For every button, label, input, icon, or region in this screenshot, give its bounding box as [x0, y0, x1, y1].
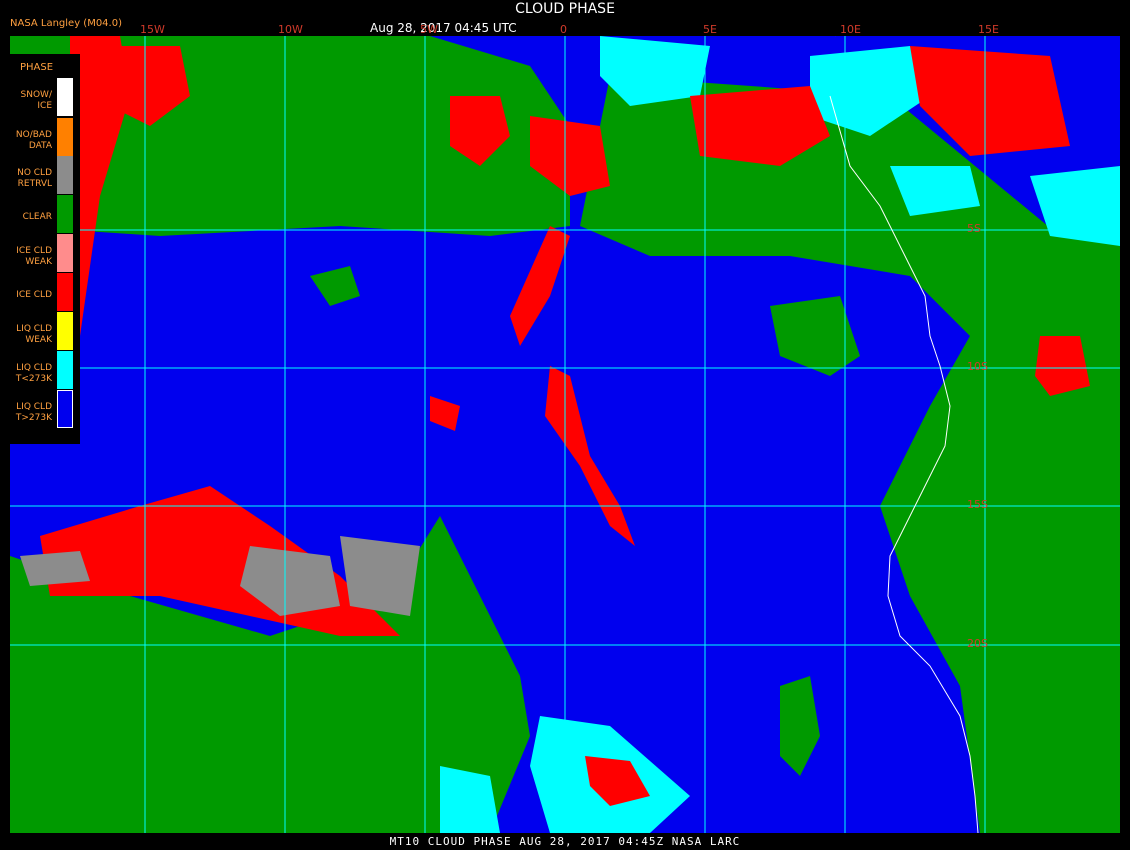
legend-swatch — [57, 351, 73, 389]
legend-item-liq-cld-weak: LIQ CLD WEAK — [0, 312, 80, 350]
legend-label: NO CLD RETRVL — [17, 168, 52, 189]
legend-label: SNOW/ICE — [20, 90, 52, 111]
footer-caption: MT10 CLOUD PHASE AUG 28, 2017 04:45Z NAS… — [389, 835, 741, 848]
legend-label: CLEAR — [22, 212, 52, 222]
cloud-phase-map[interactable]: 15W 5S 10S 15S 20S — [10, 36, 1120, 833]
legend-label: ICE CLD WEAK — [16, 246, 52, 267]
provider-label: NASA Langley (M04.0) — [10, 18, 122, 29]
legend-swatch — [57, 273, 73, 311]
lon-label-10w: 10W — [278, 23, 303, 36]
lat-label-5s: 5S — [967, 222, 981, 235]
legend-swatch — [57, 78, 73, 116]
legend-item-liq-cld-warm: LIQ CLD T>273K — [0, 390, 80, 428]
legend-item-ice-cld: ICE CLD — [0, 273, 80, 311]
legend-swatch — [57, 195, 73, 233]
legend-item-clear: CLEAR — [0, 195, 80, 233]
legend-label: LIQ CLD WEAK — [16, 324, 52, 345]
legend-swatch — [57, 234, 73, 272]
map-canvas — [10, 36, 1120, 833]
lon-label-10e: 10E — [840, 23, 861, 36]
timestamp-label: Aug 28, 2017 04:45 UTC — [370, 21, 517, 35]
legend-item-no-bad-data: NO/BAD DATA — [0, 118, 80, 156]
legend-label: NO/BAD DATA — [15, 130, 52, 151]
phase-legend: PHASE SNOW/ICE NO/BAD DATA NO CLD RETRVL C… — [0, 54, 80, 444]
footer: MT10 CLOUD PHASE AUG 28, 2017 04:45Z NAS… — [0, 833, 1130, 850]
lon-label-0: 0 — [560, 23, 567, 36]
lon-label-5e: 5E — [703, 23, 717, 36]
lon-label-15e: 15E — [978, 23, 999, 36]
legend-swatch — [57, 312, 73, 350]
legend-title: PHASE — [20, 62, 54, 73]
legend-swatch — [57, 118, 73, 156]
legend-item-snow-ice: SNOW/ICE — [0, 78, 80, 116]
legend-item-ice-cld-weak: ICE CLD WEAK — [0, 234, 80, 272]
legend-item-liq-cld-cold: LIQ CLD T<273K — [0, 351, 80, 389]
legend-label: ICE CLD — [16, 290, 52, 300]
lon-label-5w: 5W — [420, 23, 438, 36]
map-title: CLOUD PHASE — [515, 1, 615, 17]
lon-label-15w: 15W — [140, 23, 165, 36]
lat-label-15s: 15S — [967, 498, 988, 511]
legend-label: LIQ CLD T<273K — [15, 363, 52, 384]
legend-label: LIQ CLD T>273K — [15, 402, 52, 423]
legend-swatch — [57, 156, 73, 194]
legend-swatch — [57, 390, 73, 428]
lat-label-20s: 20S — [967, 637, 988, 650]
lat-label-10s: 10S — [967, 360, 988, 373]
legend-item-no-cld-retrvl: NO CLD RETRVL — [0, 156, 80, 194]
